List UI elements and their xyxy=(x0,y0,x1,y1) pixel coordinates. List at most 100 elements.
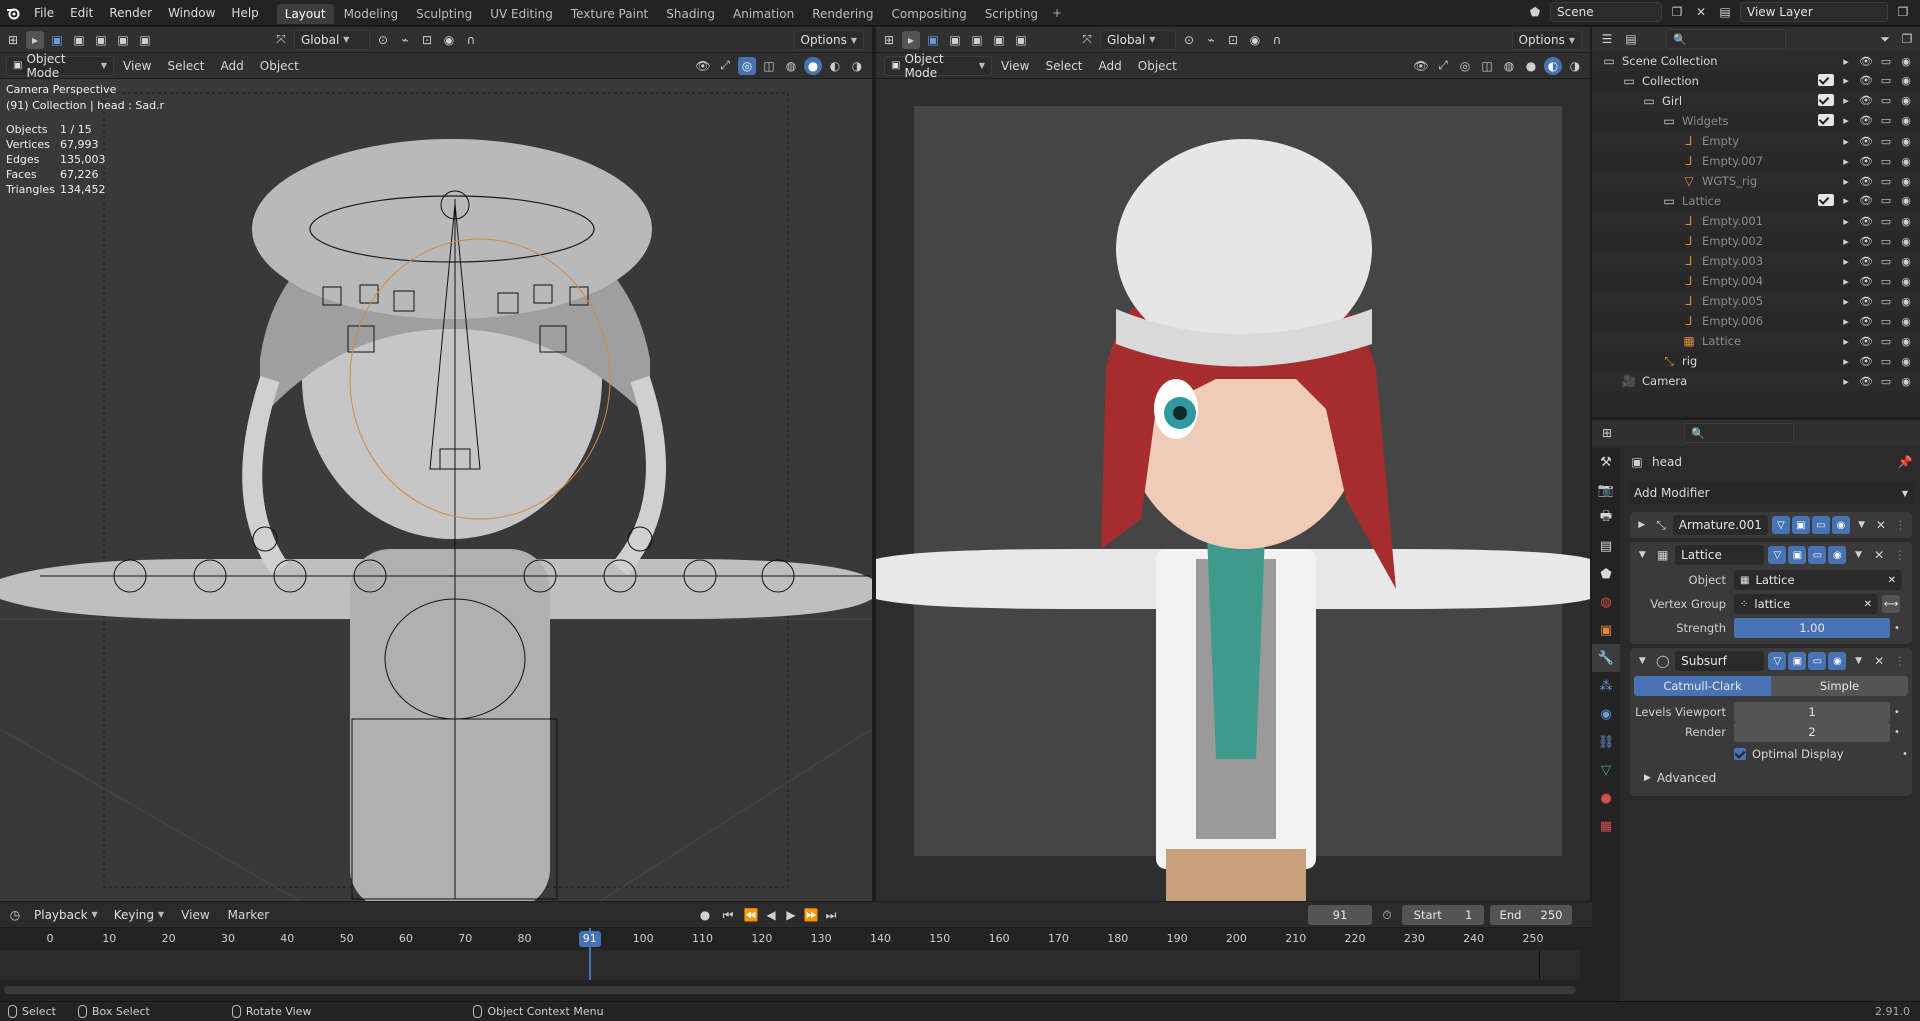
new-collection-icon[interactable]: ❐ xyxy=(1898,30,1916,48)
view-layer-tab-icon[interactable]: ▤ xyxy=(1592,532,1620,560)
exclude-checkbox[interactable] xyxy=(1818,93,1834,109)
select-mode-intersect-icon[interactable]: ▣ xyxy=(136,31,154,49)
render-disable-icon[interactable]: ◉ xyxy=(1898,135,1914,148)
solid-shading-icon[interactable]: ● xyxy=(1522,57,1540,75)
play-reverse-icon[interactable]: ◀ xyxy=(762,906,780,924)
material-tab-icon[interactable]: ● xyxy=(1592,784,1620,812)
visibility-icon[interactable]: 👁 xyxy=(1858,375,1874,388)
viewport-disable-icon[interactable]: ▭ xyxy=(1878,335,1894,348)
render-icon[interactable]: ◉ xyxy=(1828,652,1847,670)
playback-menu[interactable]: Playback ▼ xyxy=(28,905,104,925)
falloff-icon[interactable]: ∩ xyxy=(462,31,480,49)
visibility-icon[interactable]: 👁 xyxy=(1858,295,1874,308)
collapse-arrow-icon[interactable]: ▼ xyxy=(1634,652,1651,670)
gizmo-icon[interactable]: ⤢ xyxy=(716,57,734,75)
timeline-track[interactable] xyxy=(0,928,1580,980)
object-menu[interactable]: Object xyxy=(1131,59,1184,73)
visibility-icon[interactable]: 👁 xyxy=(694,57,712,75)
editor-type-icon[interactable]: ⊞ xyxy=(880,31,898,49)
timeline-scrollbar[interactable] xyxy=(4,986,1576,994)
render-levels-field[interactable]: 2 xyxy=(1734,722,1890,742)
selectable-icon[interactable]: ▸ xyxy=(1838,94,1854,109)
remove-modifier-icon[interactable]: ✕ xyxy=(1871,546,1888,564)
workspace-tab-sculpting[interactable]: Sculpting xyxy=(408,4,480,24)
render-disable-icon[interactable]: ◉ xyxy=(1898,94,1914,109)
xray-icon[interactable]: ◫ xyxy=(1478,57,1496,75)
render-disable-icon[interactable]: ◉ xyxy=(1898,175,1914,188)
exclude-checkbox[interactable] xyxy=(1818,113,1834,129)
blender-logo-icon[interactable] xyxy=(4,4,22,22)
selectable-icon[interactable]: ▸ xyxy=(1838,55,1854,68)
viewport-disable-icon[interactable]: ▭ xyxy=(1878,74,1894,89)
edit-cage-icon[interactable]: ▽ xyxy=(1771,516,1790,534)
render-icon[interactable]: ◉ xyxy=(1828,546,1847,564)
gizmo-icon[interactable]: ⤢ xyxy=(1434,57,1452,75)
left-viewport-canvas[interactable]: Camera Perspective (91) Collection | hea… xyxy=(0,79,872,901)
scene-selector[interactable]: Scene xyxy=(1550,2,1662,22)
workspace-tab-layout[interactable]: Layout xyxy=(276,3,334,24)
render-disable-icon[interactable]: ◉ xyxy=(1898,235,1914,248)
proportional-edit-icon[interactable]: ◉ xyxy=(440,31,458,49)
workspace-tab-compositing[interactable]: Compositing xyxy=(883,4,974,24)
modifier-menu-icon[interactable]: ▼ xyxy=(1854,516,1869,534)
drag-handle-icon[interactable]: ⋮ xyxy=(1893,516,1908,534)
visibility-icon[interactable]: 👁 xyxy=(1858,94,1874,109)
viewport-disable-icon[interactable]: ▭ xyxy=(1878,114,1894,129)
selectable-icon[interactable]: ▸ xyxy=(1838,175,1854,188)
outliner-item[interactable]: ⅃ Empty.004 ▸ 👁 ▭ ◉ xyxy=(1592,271,1920,291)
right-3d-viewport[interactable]: ⊞ ▸ ▣ ▣ ▣ ▣ ▣ ⤧ Global ▼ ⊙ ⌁ ⊡ ◉ ∩ Option… xyxy=(876,27,1590,901)
clear-field-icon[interactable]: ✕ xyxy=(1864,599,1872,610)
render-disable-icon[interactable]: ◉ xyxy=(1898,55,1914,68)
remove-modifier-icon[interactable]: ✕ xyxy=(1873,516,1888,534)
properties-editor-type-icon[interactable]: ⊞ xyxy=(1598,424,1616,442)
pivot-point-icon[interactable]: ⊙ xyxy=(1180,31,1198,49)
remove-modifier-icon[interactable]: ✕ xyxy=(1871,652,1888,670)
add-menu[interactable]: Add xyxy=(214,59,251,73)
collapse-arrow-icon[interactable]: ▼ xyxy=(1634,546,1651,564)
realtime-display-icon[interactable]: ▭ xyxy=(1808,546,1827,564)
jump-end-icon[interactable]: ⏭ xyxy=(822,906,840,924)
outliner-item[interactable]: ⅃ Empty.003 ▸ 👁 ▭ ◉ xyxy=(1592,251,1920,271)
select-mode-intersect-icon[interactable]: ▣ xyxy=(1012,31,1030,49)
visibility-icon[interactable]: 👁 xyxy=(1858,194,1874,209)
visibility-icon[interactable]: 👁 xyxy=(1858,355,1874,368)
render-disable-icon[interactable]: ◉ xyxy=(1898,155,1914,168)
render-disable-icon[interactable]: ◉ xyxy=(1898,315,1914,328)
visibility-icon[interactable]: 👁 xyxy=(1858,215,1874,228)
viewport-disable-icon[interactable]: ▭ xyxy=(1878,215,1894,228)
selectable-icon[interactable]: ▸ xyxy=(1838,135,1854,148)
render-disable-icon[interactable]: ◉ xyxy=(1898,295,1914,308)
menu-edit[interactable]: Edit xyxy=(62,2,101,24)
advanced-panel-header[interactable]: ▶ Advanced xyxy=(1630,766,1912,790)
menu-file[interactable]: File xyxy=(26,2,62,24)
select-menu[interactable]: Select xyxy=(160,59,211,73)
start-frame-field[interactable]: Start 1 xyxy=(1402,905,1484,925)
strength-slider[interactable]: 1.00 xyxy=(1734,618,1890,638)
texture-tab-icon[interactable]: ▦ xyxy=(1592,812,1620,840)
viewport-disable-icon[interactable]: ▭ xyxy=(1878,375,1894,388)
visibility-icon[interactable]: 👁 xyxy=(1858,114,1874,129)
workspace-tab-rendering[interactable]: Rendering xyxy=(804,4,881,24)
mode-selector[interactable]: ▣ Object Mode ▼ xyxy=(884,52,992,80)
viewport-disable-icon[interactable]: ▭ xyxy=(1878,315,1894,328)
workspace-tab-modeling[interactable]: Modeling xyxy=(336,4,407,24)
wireframe-shading-icon[interactable]: ◍ xyxy=(782,57,800,75)
outliner-item[interactable]: ⅃ Empty.007 ▸ 👁 ▭ ◉ xyxy=(1592,151,1920,171)
object-tab-icon[interactable]: ▣ xyxy=(1592,616,1620,644)
render-disable-icon[interactable]: ◉ xyxy=(1898,255,1914,268)
levels-viewport-field[interactable]: 1 xyxy=(1734,702,1890,722)
overlays-icon[interactable]: ◎ xyxy=(1456,57,1474,75)
viewport-disable-icon[interactable]: ▭ xyxy=(1878,255,1894,268)
pivot-point-icon[interactable]: ⊙ xyxy=(374,31,392,49)
timeline-editor-type-icon[interactable]: ◷ xyxy=(6,906,24,924)
lattice-modifier-name[interactable]: Lattice xyxy=(1675,545,1765,565)
properties-search-input[interactable]: 🔍 xyxy=(1684,423,1794,443)
workspace-tab-animation[interactable]: Animation xyxy=(725,4,802,24)
selectable-icon[interactable]: ▸ xyxy=(1838,155,1854,168)
edit-mode-icon[interactable]: ▣ xyxy=(1788,546,1807,564)
exclude-checkbox[interactable] xyxy=(1818,73,1834,89)
viewport-disable-icon[interactable]: ▭ xyxy=(1878,55,1894,68)
rendered-shading-icon[interactable]: ◑ xyxy=(848,57,866,75)
left-3d-viewport[interactable]: ⊞ ▸ ▣ ▣ ▣ ▣ ▣ ⤧ Global ▼ ⊙ ⌁ ⊡ ◉ ∩ Option… xyxy=(0,27,872,901)
viewport-disable-icon[interactable]: ▭ xyxy=(1878,235,1894,248)
